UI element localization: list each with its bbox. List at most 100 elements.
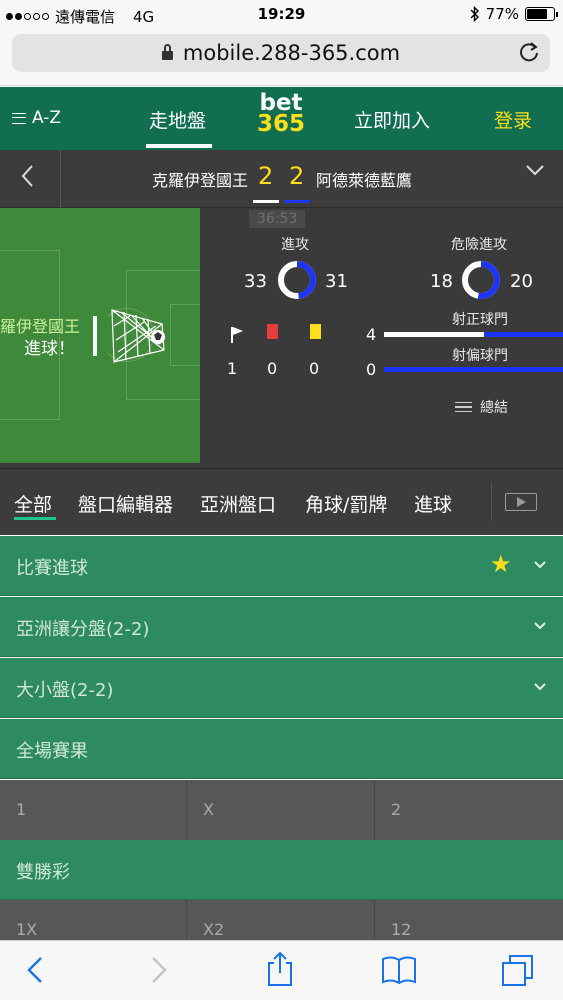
status-right: 77% (470, 5, 558, 23)
market-label: 全場賽果 (16, 741, 88, 762)
browser-toolbar (0, 940, 563, 1000)
attacks-donut-chart (278, 261, 316, 299)
battery-icon (525, 7, 558, 21)
reload-icon[interactable] (518, 41, 540, 63)
odds-label: 2 (391, 800, 402, 819)
video-play-icon[interactable] (505, 493, 537, 511)
address-bar[interactable]: mobile.288-365.com (12, 34, 550, 72)
market-label: 亞洲讓分盤(2-2) (16, 619, 150, 640)
yellow-cards-count: 0 (309, 359, 320, 378)
odds-label: 1 (16, 800, 27, 819)
menu-icon (12, 112, 26, 124)
inplay-tab[interactable]: 走地盤 (149, 106, 206, 133)
status-bar: 遠傳電信 4G 19:29 77% (0, 0, 563, 30)
goal-team-name: 羅伊登國王 (0, 317, 81, 336)
attacks-label: 進攻 (281, 237, 309, 253)
bet365-logo[interactable]: bet 365 (252, 92, 310, 145)
pitch-visualization[interactable]: 羅伊登國王 進球！ (0, 208, 200, 463)
dangerous-home: 18 (430, 271, 453, 292)
forward-arrow-icon[interactable] (150, 955, 168, 985)
tab-all[interactable]: 全部 (14, 490, 52, 517)
summary-label: 總結 (480, 400, 508, 416)
match-timer: 36:53 (249, 210, 306, 228)
url-text: mobile.288-365.com (182, 41, 401, 65)
az-label: A-Z (32, 108, 62, 128)
market-row-asian-handicap[interactable]: 亞洲讓分盤(2-2) (0, 597, 563, 657)
tab-corners-cards[interactable]: 角球/罰牌 (305, 490, 387, 517)
home-score: 2 (258, 162, 274, 190)
attacks-away: 31 (325, 271, 348, 292)
match-header: 克羅伊登國王 2 2 阿德萊德藍鷹 (0, 150, 563, 208)
expand-chevron-icon[interactable] (525, 164, 545, 176)
lock-icon (161, 43, 173, 60)
tab-asian-lines[interactable]: 亞洲盤口 (200, 490, 276, 517)
on-target-away-bar (484, 332, 563, 337)
browser-address-area: mobile.288-365.com (0, 30, 563, 86)
odds-cell-home[interactable]: 1 (0, 780, 187, 840)
on-target-label: 射正球門 (452, 312, 508, 328)
active-tab-indicator (14, 517, 56, 520)
on-target-home-bar (384, 332, 484, 337)
away-team-name: 阿德萊德藍鷹 (316, 171, 413, 190)
list-icon (455, 402, 472, 412)
chevron-down-icon (534, 622, 546, 630)
off-target-home: 0 (366, 360, 377, 379)
back-chevron-icon[interactable] (20, 164, 34, 188)
bluetooth-icon (470, 6, 479, 22)
logo-bottom-text: 365 (256, 111, 305, 137)
odds-cell-away[interactable]: 2 (375, 780, 563, 840)
tabs-icon[interactable] (501, 953, 535, 987)
home-team-name: 克羅伊登國王 (151, 171, 248, 190)
goal-event-text: 羅伊登國王 進球！ (0, 315, 80, 361)
away-color-bar (284, 200, 310, 203)
corner-flag-icon (231, 327, 243, 343)
share-icon[interactable] (266, 951, 294, 987)
tab-goals[interactable]: 進球 (414, 490, 452, 517)
fulltime-odds-row: 1 X 2 (0, 780, 563, 840)
star-icon[interactable]: ★ (490, 550, 512, 578)
red-cards-count: 0 (267, 359, 278, 378)
divider (491, 483, 492, 521)
off-target-label: 射偏球門 (452, 348, 508, 364)
battery-percent: 77% (485, 5, 519, 23)
goal-divider (93, 316, 97, 356)
top-navigation: A-Z 走地盤 bet 365 立即加入 登录 (0, 87, 563, 150)
divider (60, 150, 61, 208)
odds-label: X2 (203, 920, 225, 939)
chevron-down-icon (534, 561, 546, 569)
home-color-bar (253, 200, 279, 203)
back-arrow-icon[interactable] (26, 955, 44, 985)
yellow-card-icon (310, 324, 321, 339)
market-label: 雙勝彩 (16, 862, 70, 883)
market-tabs: 全部 盤口編輯器 亞洲盤口 角球/罰牌 進球 (0, 468, 563, 535)
tab-bet-builder[interactable]: 盤口編輯器 (78, 490, 173, 517)
goal-event-label: 進球！ (24, 339, 75, 359)
dangerous-away: 20 (510, 271, 533, 292)
login-button[interactable]: 登录 (494, 106, 532, 133)
market-row-over-under[interactable]: 大小盤(2-2) (0, 658, 563, 718)
market-label: 大小盤(2-2) (16, 680, 114, 701)
off-target-away-bar (384, 367, 563, 372)
goal-net-icon (111, 309, 165, 363)
chevron-down-icon (534, 683, 546, 691)
market-row-match-goals[interactable]: 比賽進球 ★ (0, 536, 563, 596)
bookmarks-icon[interactable] (381, 955, 417, 985)
inplay-active-indicator (146, 144, 212, 148)
attacks-home: 33 (244, 271, 267, 292)
on-target-home: 4 (366, 325, 377, 344)
dangerous-donut-chart (462, 261, 500, 299)
summary-button[interactable]: 總結 (455, 397, 508, 417)
az-menu-button[interactable]: A-Z (12, 108, 61, 128)
market-row-fulltime-result[interactable]: 全場賽果 (0, 719, 563, 779)
corners-count: 1 (227, 359, 238, 378)
market-row-double-chance[interactable]: 雙勝彩 (0, 840, 563, 900)
odds-label: 12 (391, 920, 412, 939)
odds-cell-draw[interactable]: X (187, 780, 375, 840)
market-label: 比賽進球 (16, 558, 88, 579)
odds-label: 1X (16, 920, 38, 939)
away-score: 2 (289, 162, 305, 190)
dangerous-attacks-label: 危險進攻 (451, 237, 507, 253)
odds-label: X (203, 800, 214, 819)
join-button[interactable]: 立即加入 (354, 106, 430, 133)
red-card-icon (267, 324, 278, 339)
